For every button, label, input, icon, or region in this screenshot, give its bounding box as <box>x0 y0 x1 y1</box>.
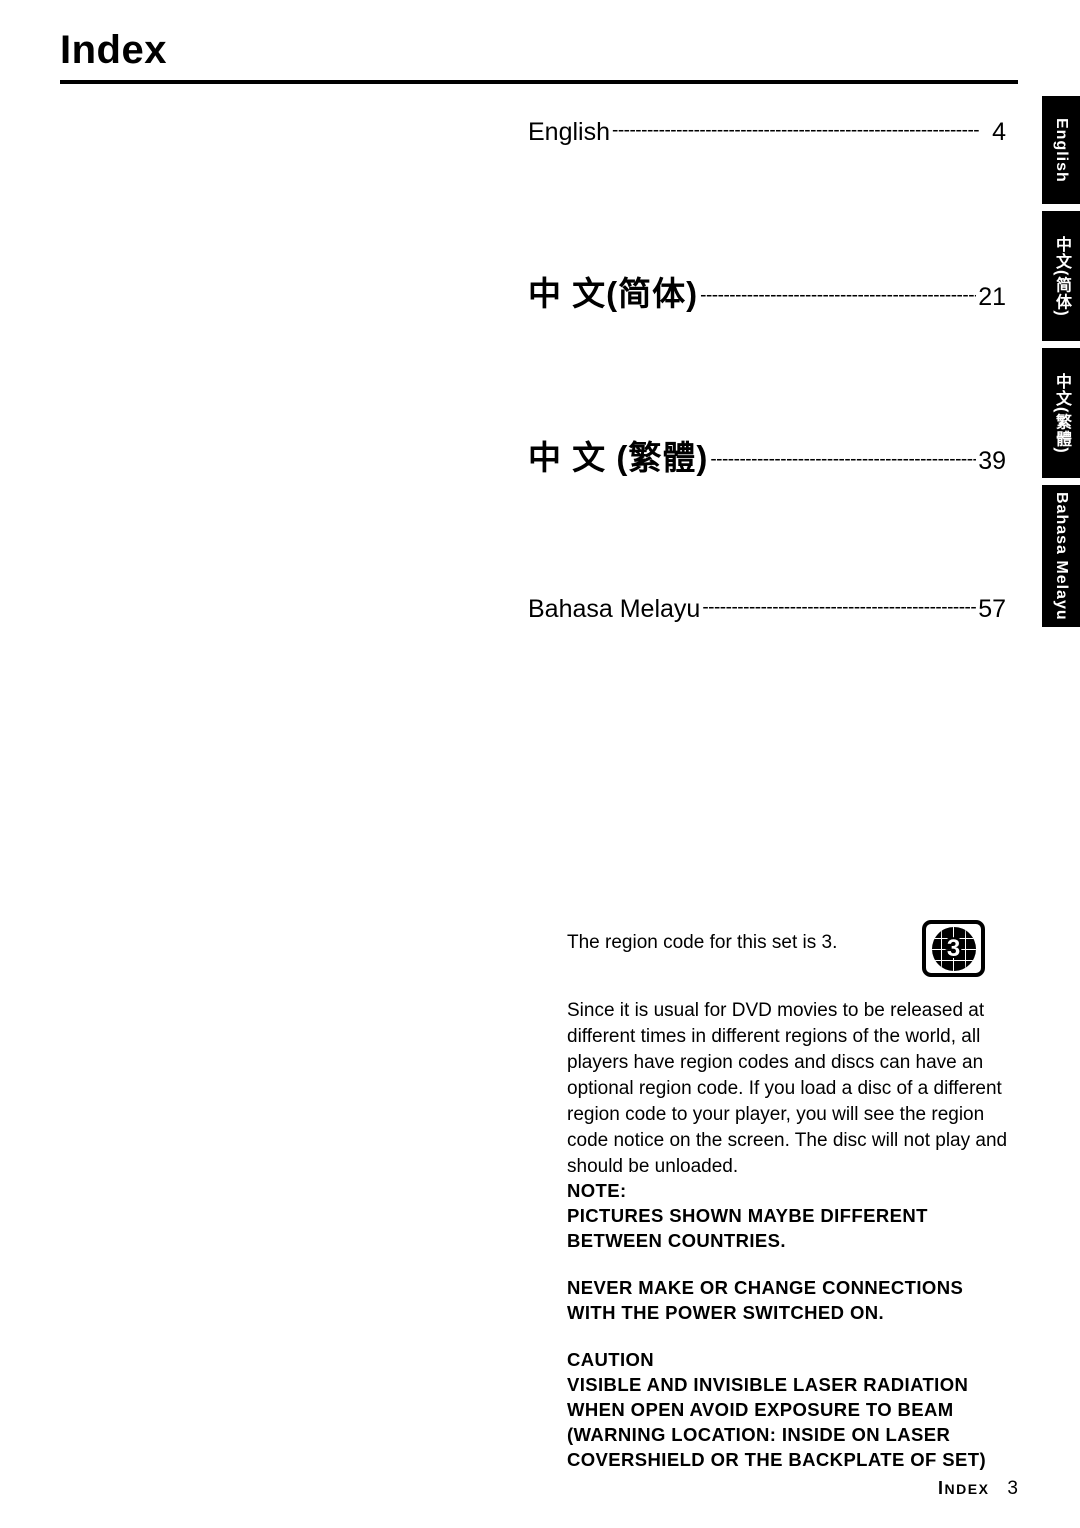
toc-entry-bahasa-melayu-label: Bahasa Melayu <box>528 595 701 623</box>
toc-entry-chinese-simplified-label: 中 文(简体) <box>528 275 699 312</box>
toc-entry-bahasa-melayu-page: 57 <box>978 595 1006 623</box>
toc-leader-dots: ----------------------------------------… <box>700 285 976 306</box>
side-tab-chinese-simplified-label: 中文(简体) <box>1053 235 1070 317</box>
notice-block-caution: CAUTION VISIBLE AND INVISIBLE LASER RADI… <box>567 1347 1019 1472</box>
notice-block-connections: NEVER MAKE OR CHANGE CONNECTIONS WITH TH… <box>567 1275 1019 1325</box>
page-title: Index <box>60 28 167 72</box>
globe-icon: 3 <box>931 926 976 971</box>
language-tab-strip: English 中文(简体) 中文(繁體) Bahasa Melayu <box>1042 96 1080 634</box>
toc-leader-dots: ----------------------------------------… <box>612 120 980 141</box>
side-tab-chinese-traditional-label: 中文(繁體) <box>1053 372 1070 454</box>
notice-line: BETWEEN COUNTRIES. <box>567 1230 786 1251</box>
notice-block-note: NOTE: PICTURES SHOWN MAYBE DIFFERENT BET… <box>567 1178 1019 1253</box>
notice-section: NOTE: PICTURES SHOWN MAYBE DIFFERENT BET… <box>567 1178 1019 1472</box>
toc-entry-chinese-simplified[interactable]: 中 文(简体) --------------------------------… <box>528 267 1006 315</box>
toc-entry-chinese-traditional[interactable]: 中 文 (繁體) -------------------------------… <box>528 431 1006 479</box>
document-page: Index English 中文(简体) 中文(繁體) Bahasa Melay… <box>0 0 1080 1528</box>
footer-label-rest: NDEX <box>944 1481 990 1497</box>
footer-label: INDEX <box>938 1478 989 1499</box>
region-code-badge-icon: 3 <box>922 920 985 977</box>
notice-line: NOTE: <box>567 1180 627 1201</box>
toc-entry-chinese-simplified-page: 21 <box>978 283 1006 311</box>
title-divider <box>60 80 1018 84</box>
notice-line: COVERSHIELD OR THE BACKPLATE OF SET) <box>567 1449 987 1470</box>
side-tab-bahasa-melayu[interactable]: Bahasa Melayu <box>1042 485 1080 627</box>
side-tab-chinese-traditional[interactable]: 中文(繁體) <box>1042 348 1080 478</box>
notice-line: VISIBLE AND INVISIBLE LASER RADIATION <box>567 1374 969 1395</box>
toc-entry-chinese-traditional-label: 中 文 (繁體) <box>528 439 709 476</box>
toc-entry-bahasa-melayu[interactable]: Bahasa Melayu --------------------------… <box>528 595 1006 624</box>
notice-line: PICTURES SHOWN MAYBE DIFFERENT <box>567 1205 928 1226</box>
toc-leader-dots: ----------------------------------------… <box>702 597 977 618</box>
page-footer: INDEX 3 <box>938 1478 1018 1500</box>
footer-page-number: 3 <box>1007 1478 1018 1499</box>
notice-line: NEVER MAKE OR CHANGE CONNECTIONS <box>567 1277 964 1298</box>
toc-entry-english[interactable]: English --------------------------------… <box>528 118 1006 147</box>
toc-entry-chinese-traditional-page: 39 <box>978 447 1006 475</box>
notice-line: (WARNING LOCATION: INSIDE ON LASER <box>567 1424 951 1445</box>
region-code-text: The region code for this set is 3. <box>567 932 838 953</box>
side-tab-english-label: English <box>1053 117 1070 183</box>
notice-line: CAUTION <box>567 1349 655 1370</box>
toc-leader-dots: ----------------------------------------… <box>710 449 977 470</box>
region-explanation-paragraph: Since it is usual for DVD movies to be r… <box>567 1000 1008 1177</box>
side-tab-english[interactable]: English <box>1042 96 1080 204</box>
side-tab-bahasa-melayu-label: Bahasa Melayu <box>1053 491 1070 621</box>
toc-entry-english-label: English <box>528 118 610 146</box>
region-code-number: 3 <box>946 934 961 962</box>
toc-entry-english-page: 4 <box>992 118 1006 146</box>
side-tab-chinese-simplified[interactable]: 中文(简体) <box>1042 211 1080 341</box>
table-of-contents: English --------------------------------… <box>528 118 1006 624</box>
notice-line: WHEN OPEN AVOID EXPOSURE TO BEAM <box>567 1399 954 1420</box>
notice-line: WITH THE POWER SWITCHED ON. <box>567 1302 885 1323</box>
